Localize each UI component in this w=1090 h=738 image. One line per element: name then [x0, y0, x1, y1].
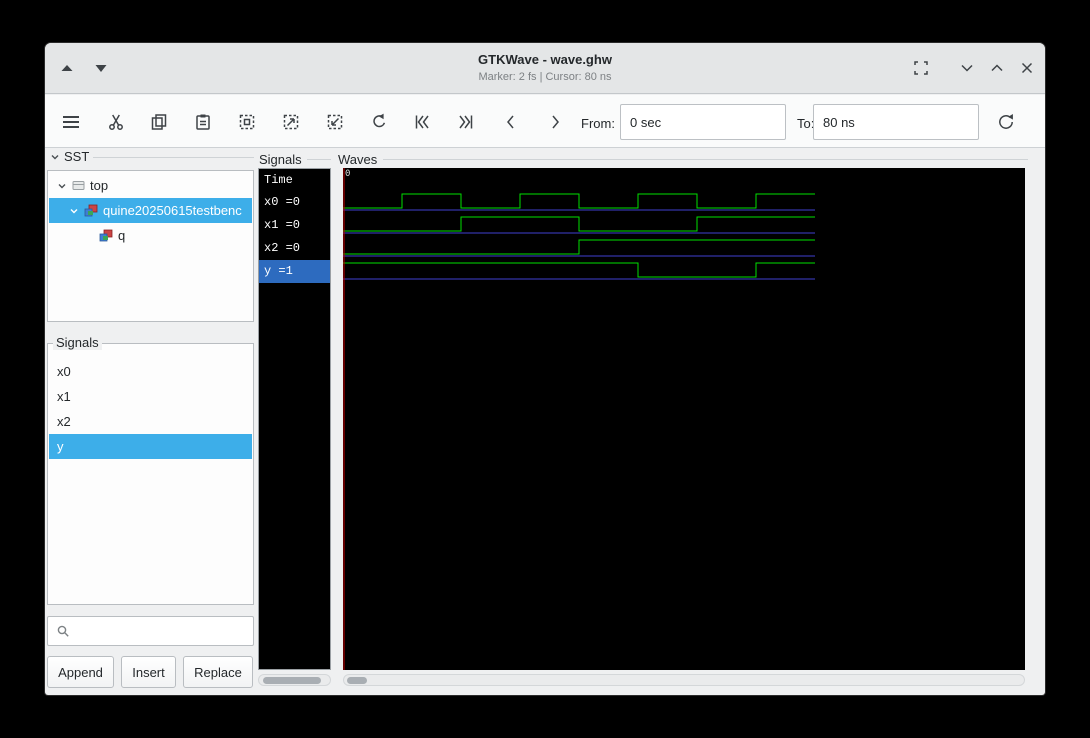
- facs-frame-label: Signals: [53, 335, 102, 350]
- signal-list-frame-label: Signals: [256, 152, 305, 167]
- tree-item-q[interactable]: q: [49, 223, 252, 248]
- zoom-out-icon: [327, 114, 343, 130]
- sst-frame-label[interactable]: SST: [47, 149, 93, 164]
- toolbar: From: 0 sec To: 80 ns: [45, 95, 1045, 148]
- shade-button[interactable]: [957, 58, 977, 78]
- zoom-in-button[interactable]: [281, 112, 301, 132]
- insert-button[interactable]: Insert: [121, 656, 176, 688]
- zoom-fit-button[interactable]: [237, 112, 257, 132]
- signal-list-hscrollbar[interactable]: [258, 674, 331, 686]
- list-item-x0[interactable]: x0: [49, 359, 252, 384]
- expander-chevron-icon[interactable]: [57, 181, 67, 191]
- step-forward-icon: [552, 115, 559, 129]
- step-forward-button[interactable]: [545, 112, 565, 132]
- signal-list-frame-line: [307, 159, 331, 160]
- waves-hscrollbar[interactable]: [343, 674, 1025, 686]
- module-icon: [72, 179, 85, 192]
- window-title: GTKWave - wave.ghw: [478, 52, 612, 67]
- search-icon: [57, 625, 69, 637]
- signal-row-x0[interactable]: x0 =0: [259, 191, 330, 214]
- paste-icon: [196, 114, 210, 130]
- tree-item-label: top: [90, 178, 109, 193]
- skip-to-start-icon: [415, 115, 429, 129]
- waves-frame-label: Waves: [335, 152, 381, 167]
- close-button[interactable]: [1017, 58, 1037, 78]
- copy-icon: [151, 114, 167, 130]
- tree-item-label: q: [118, 228, 126, 243]
- signal-row-x2[interactable]: x2 =0: [259, 237, 330, 260]
- signal-row-x1[interactable]: x1 =0: [259, 214, 330, 237]
- fit-screen-icon: [914, 61, 928, 75]
- fit-screen-button[interactable]: [911, 58, 931, 78]
- component-icon: [84, 204, 98, 217]
- component-icon: [99, 229, 113, 242]
- signal-list-hscroll-thumb[interactable]: [263, 677, 321, 684]
- sst-frame-label-text: SST: [64, 149, 90, 164]
- expander-chevron-icon[interactable]: [69, 206, 79, 216]
- reload-icon: [999, 114, 1013, 129]
- to-input[interactable]: 80 ns: [813, 104, 979, 140]
- from-label: From:: [581, 116, 615, 131]
- skip-to-end-icon: [459, 115, 473, 129]
- time-header[interactable]: Time: [259, 169, 330, 191]
- chevron-up-icon: [991, 64, 1003, 72]
- to-label: To:: [797, 116, 815, 131]
- list-item-y[interactable]: y: [49, 434, 252, 459]
- timescale-origin-label: 0: [345, 169, 351, 179]
- tree-item-label: quine20250615testbenc: [103, 203, 242, 218]
- append-button[interactable]: Append: [47, 656, 114, 688]
- skip-to-end-button[interactable]: [456, 112, 476, 132]
- reload-button[interactable]: [996, 112, 1016, 132]
- from-input[interactable]: 0 sec: [620, 104, 786, 140]
- waves-frame-label-text: Waves: [338, 152, 378, 167]
- list-item-x1[interactable]: x1: [49, 384, 252, 409]
- titlebar[interactable]: GTKWave - wave.ghw Marker: 2 fs | Cursor…: [45, 43, 1045, 94]
- window-subtitle: Marker: 2 fs | Cursor: 80 ns: [478, 71, 612, 83]
- skip-to-start-button[interactable]: [412, 112, 432, 132]
- tree-item-testbench[interactable]: quine20250615testbenc: [49, 198, 252, 223]
- expander-chevron-icon: [51, 154, 59, 159]
- chevron-down-icon: [961, 64, 973, 72]
- sst-frame-line: [93, 157, 254, 158]
- main-area: SST top quine20250615testbenc q Signals …: [45, 148, 1045, 695]
- sst-tree: top quine20250615testbenc q: [47, 170, 254, 322]
- waves-frame-line: [383, 159, 1028, 160]
- signal-row-y[interactable]: y =1: [259, 260, 330, 283]
- zoom-in-icon: [283, 114, 299, 130]
- tree-item-top[interactable]: top: [49, 173, 252, 198]
- close-icon: [1021, 62, 1033, 74]
- undo-button[interactable]: [369, 112, 389, 132]
- wave-panel[interactable]: 0: [343, 168, 1025, 670]
- zoom-out-button[interactable]: [325, 112, 345, 132]
- paste-button[interactable]: [193, 112, 213, 132]
- facs-frame-label-text: Signals: [56, 335, 99, 350]
- replace-button[interactable]: Replace: [183, 656, 253, 688]
- hamburger-menu-icon: [63, 115, 79, 129]
- waves-hscroll-thumb[interactable]: [347, 677, 367, 684]
- maximize-button[interactable]: [987, 58, 1007, 78]
- gtkwave-window: GTKWave - wave.ghw Marker: 2 fs | Cursor…: [45, 43, 1045, 695]
- cut-button[interactable]: [106, 112, 126, 132]
- undo-icon: [373, 113, 386, 128]
- menu-button[interactable]: [61, 112, 81, 132]
- cut-icon: [109, 114, 123, 130]
- facs-list: x0 x1 x2 y: [47, 343, 254, 605]
- list-item-x2[interactable]: x2: [49, 409, 252, 434]
- step-back-icon: [507, 115, 514, 129]
- step-back-button[interactable]: [501, 112, 521, 132]
- wave-canvas[interactable]: [343, 168, 1025, 670]
- signal-list-frame-label-text: Signals: [259, 152, 302, 167]
- signal-name-list: Time x0 =0 x1 =0 x2 =0 y =1: [258, 168, 331, 670]
- search-input[interactable]: [47, 616, 254, 646]
- zoom-fit-icon: [239, 114, 255, 130]
- copy-button[interactable]: [149, 112, 169, 132]
